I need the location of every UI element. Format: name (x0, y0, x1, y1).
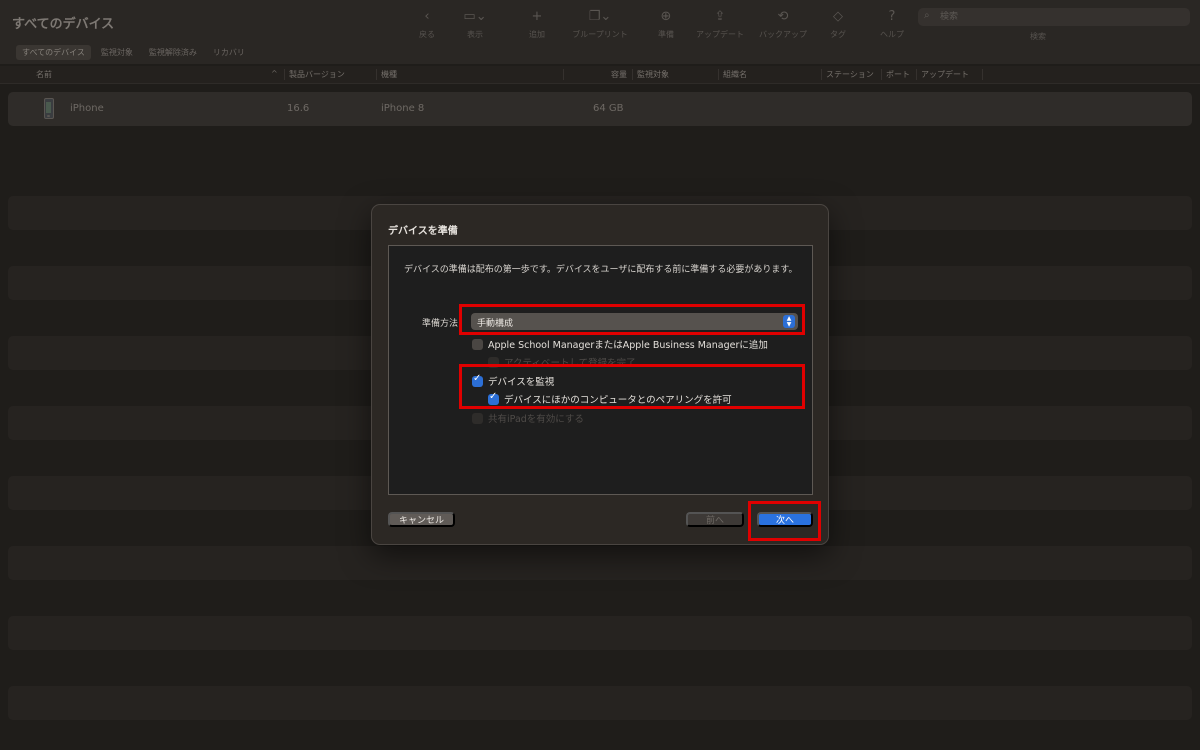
pairing-option[interactable]: デバイスにほかのコンピュータとのペアリングを許可 (488, 391, 732, 406)
view-icon: ▭⌄ (463, 9, 487, 24)
pairing-label: デバイスにほかのコンピュータとのペアリングを許可 (504, 395, 732, 406)
backup-button[interactable]: ⟲ バックアップ (753, 8, 813, 40)
dialog-title: デバイスを準備 (388, 226, 458, 237)
table-row (8, 686, 1192, 720)
search-label: 検索 (1030, 32, 1046, 41)
shared-ipad-checkbox (472, 412, 483, 424)
device-name: iPhone (70, 103, 104, 114)
tab-unsupervised[interactable]: 監視解除済み (143, 45, 203, 60)
table-row (8, 126, 1192, 160)
column-update[interactable]: アップデート (921, 69, 969, 80)
device-version: 16.6 (287, 103, 310, 114)
column-name[interactable]: 名前 (36, 69, 52, 80)
backup-icon: ⟲ (777, 9, 789, 24)
search-icon: ⌕ (924, 10, 930, 21)
activate-option: アクティベートして登録を完了 (488, 355, 636, 369)
iphone-icon (44, 98, 54, 119)
device-capacity: 64 GB (593, 103, 624, 114)
dialog-description: デバイスの準備は配布の第一歩です。デバイスをユーザに配布する前に準備する必要があ… (404, 265, 798, 275)
dialog-content: デバイスの準備は配布の第一歩です。デバイスをユーザに配布する前に準備する必要があ… (388, 245, 813, 495)
activate-label: アクティベートして登録を完了 (504, 358, 636, 369)
abm-option[interactable]: Apple School ManagerまたはApple Business Ma… (472, 337, 768, 351)
pairing-checkbox[interactable] (488, 391, 499, 405)
prepare-device-dialog: デバイスを準備 デバイスの準備は配布の第一歩です。デバイスをユーザに配布する前に… (371, 204, 829, 545)
prepare-icon: ⊕ (660, 9, 672, 24)
shared-ipad-label: 共有iPadを有効にする (488, 414, 584, 425)
column-capacity[interactable]: 容量 (611, 69, 627, 80)
column-organization[interactable]: 組織名 (723, 69, 747, 80)
search-input[interactable] (940, 10, 1180, 24)
abm-label: Apple School ManagerまたはApple Business Ma… (488, 340, 768, 351)
device-model: iPhone 8 (381, 103, 425, 114)
table-row (8, 546, 1192, 580)
table-header: 名前 ^ 製品バージョン 機種 容量 監視対象 組織名 ステーション ポート ア… (0, 66, 1200, 84)
abm-checkbox[interactable] (472, 338, 483, 350)
prepare-method-label: 準備方法: (422, 319, 462, 329)
blueprint-button[interactable]: ❐⌄ ブループリント (570, 8, 630, 40)
tab-all-devices[interactable]: すべてのデバイス (16, 45, 91, 60)
tag-button[interactable]: ◇ タグ (808, 8, 868, 40)
supervise-label: デバイスを監視 (488, 377, 555, 388)
toolbar: すべてのデバイス ‹ 戻る ▭⌄ 表示 + 追加 ❐⌄ ブループリント ⊕ 準備… (0, 0, 1200, 64)
add-button[interactable]: + 追加 (507, 8, 567, 40)
prepare-method-select[interactable]: 手動構成 ▲ ▼ (471, 313, 798, 330)
column-supervised[interactable]: 監視対象 (637, 69, 669, 80)
prepare-button[interactable]: ⊕ 準備 (636, 8, 696, 40)
supervise-checkbox[interactable] (472, 373, 483, 387)
table-row[interactable]: iPhone 16.6 iPhone 8 64 GB (8, 92, 1192, 126)
window-title: すべてのデバイス (12, 17, 115, 32)
filter-tabs: すべてのデバイス 監視対象 監視解除済み リカバリ (16, 45, 251, 60)
previous-button: 前へ (686, 512, 744, 527)
tag-icon: ◇ (833, 9, 843, 24)
tab-supervised[interactable]: 監視対象 (95, 45, 139, 60)
column-version[interactable]: 製品バージョン (289, 69, 345, 80)
cancel-button[interactable]: キャンセル (388, 512, 455, 527)
column-station[interactable]: ステーション (826, 69, 874, 80)
view-button[interactable]: ▭⌄ 表示 (445, 8, 505, 40)
prepare-method-value: 手動構成 (477, 319, 514, 329)
search-field[interactable]: ⌕ (918, 8, 1190, 26)
activate-checkbox (488, 356, 499, 368)
blueprint-icon: ❐⌄ (588, 9, 612, 24)
help-button[interactable]: ? ヘルプ (862, 8, 922, 40)
plus-icon: + (531, 9, 543, 24)
table-row (8, 616, 1192, 650)
sort-ascending-icon[interactable]: ^ (271, 69, 278, 78)
column-model[interactable]: 機種 (381, 69, 397, 80)
tab-recovery[interactable]: リカバリ (207, 45, 251, 60)
column-port[interactable]: ポート (886, 69, 910, 80)
chevron-updown-icon: ▲ ▼ (783, 315, 795, 328)
next-button[interactable]: 次へ (757, 512, 813, 527)
shared-ipad-option: 共有iPadを有効にする (472, 411, 584, 425)
supervise-option[interactable]: デバイスを監視 (472, 373, 555, 388)
help-icon: ? (888, 9, 896, 24)
update-button[interactable]: ⇪ アップデート (690, 8, 750, 40)
update-icon: ⇪ (714, 9, 726, 24)
